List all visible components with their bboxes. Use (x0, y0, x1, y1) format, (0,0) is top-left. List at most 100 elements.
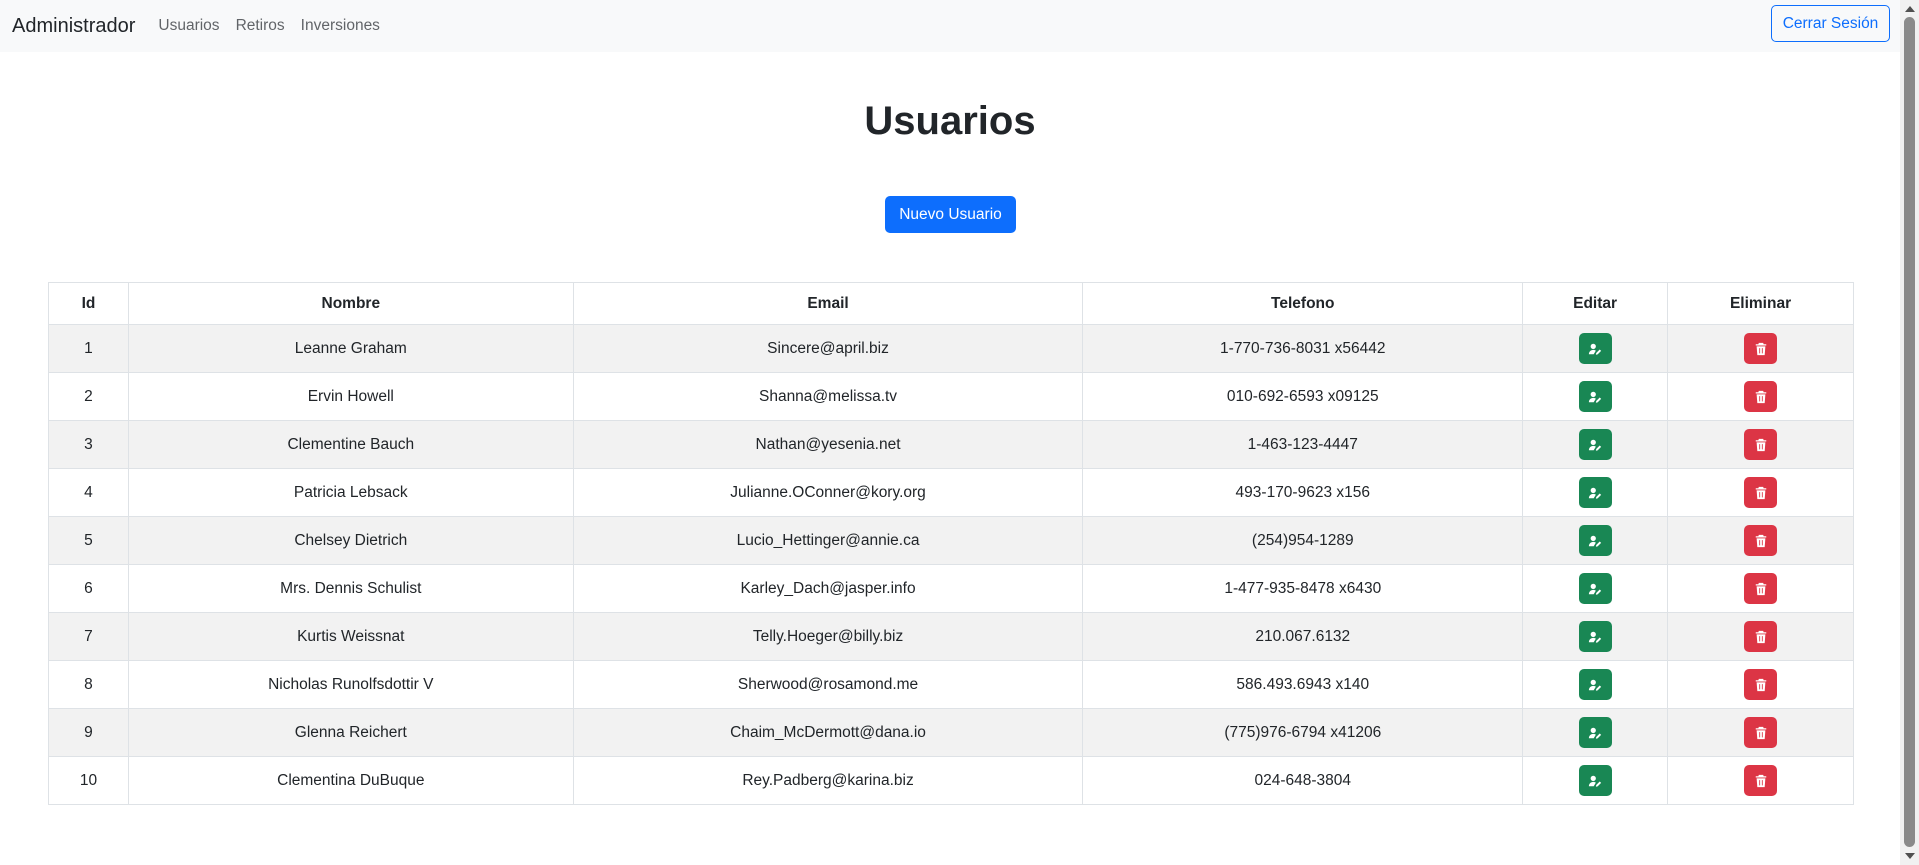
cell-id: 1 (48, 324, 129, 373)
delete-user-button[interactable] (1744, 765, 1778, 796)
delete-user-button[interactable] (1744, 381, 1778, 412)
edit-user-button[interactable] (1578, 429, 1612, 460)
cell-delete (1667, 708, 1854, 757)
nav-link-retiros[interactable]: Retiros (236, 17, 285, 35)
delete-user-button[interactable] (1744, 525, 1778, 556)
cell-delete (1667, 756, 1854, 805)
cell-name: Ervin Howell (127, 372, 574, 421)
table-header-row: Id Nombre Email Telefono Editar Eliminar (48, 282, 1854, 325)
table-row: 6 Mrs. Dennis Schulist Karley_Dach@jasper.… (48, 564, 1854, 613)
cell-email: Rey.Padberg@karina.biz (572, 756, 1084, 805)
cell-phone: 493-170-9623 x156 (1082, 468, 1524, 517)
trash-icon (1754, 342, 1768, 356)
trash-icon (1754, 534, 1768, 548)
trash-icon (1754, 678, 1768, 692)
cell-delete (1667, 324, 1854, 373)
delete-user-button[interactable] (1744, 669, 1778, 700)
cell-phone: 1-770-736-8031 x56442 (1082, 324, 1524, 373)
column-header-nombre: Nombre (127, 282, 574, 325)
scrollbar-thumb[interactable] (1904, 17, 1915, 847)
edit-user-button[interactable] (1578, 621, 1612, 652)
cell-edit (1522, 516, 1669, 565)
cell-email: Sherwood@rosamond.me (572, 660, 1084, 709)
cell-id: 6 (48, 564, 129, 613)
cell-id: 8 (48, 660, 129, 709)
vertical-scrollbar[interactable] (1900, 0, 1919, 865)
edit-user-button[interactable] (1578, 333, 1612, 364)
cell-email: Karley_Dach@jasper.info (572, 564, 1084, 613)
trash-icon (1754, 774, 1768, 788)
user-edit-icon (1588, 390, 1602, 404)
table-body: 1 Leanne Graham Sincere@april.biz 1-770-736… (48, 324, 1854, 805)
edit-user-button[interactable] (1578, 525, 1612, 556)
trash-icon (1754, 582, 1768, 596)
user-edit-icon (1588, 342, 1602, 356)
cell-name: Glenna Reichert (127, 708, 574, 757)
table-row: 3 Clementine Bauch Nathan@yesenia.net 1-463… (48, 420, 1854, 469)
table-row: 4 Patricia Lebsack Julianne.OConner@kory.o… (48, 468, 1854, 517)
edit-user-button[interactable] (1578, 573, 1612, 604)
cell-id: 3 (48, 420, 129, 469)
user-edit-icon (1588, 582, 1602, 596)
cell-edit (1522, 324, 1669, 373)
edit-user-button[interactable] (1578, 669, 1612, 700)
cell-phone: (775)976-6794 x41206 (1082, 708, 1524, 757)
delete-user-button[interactable] (1744, 429, 1778, 460)
table-row: 10 Clementina DuBuque Rey.Padberg@karina.b… (48, 756, 1854, 805)
cell-name: Leanne Graham (127, 324, 574, 373)
cell-delete (1667, 612, 1854, 661)
edit-user-button[interactable] (1578, 381, 1612, 412)
cell-email: Shanna@melissa.tv (572, 372, 1084, 421)
edit-user-button[interactable] (1578, 477, 1612, 508)
table-row: 5 Chelsey Dietrich Lucio_Hettinger@annie.c… (48, 516, 1854, 565)
delete-user-button[interactable] (1744, 333, 1778, 364)
navbar: Administrador Usuarios Retiros Inversion… (0, 0, 1900, 52)
trash-icon (1754, 390, 1768, 404)
cell-edit (1522, 420, 1669, 469)
cell-delete (1667, 564, 1854, 613)
cell-phone: 010-692-6593 x09125 (1082, 372, 1524, 421)
table-header: Id Nombre Email Telefono Editar Eliminar (48, 282, 1854, 325)
cell-name: Nicholas Runolfsdottir V (127, 660, 574, 709)
cell-name: Clementine Bauch (127, 420, 574, 469)
user-edit-icon (1588, 774, 1602, 788)
cell-id: 5 (48, 516, 129, 565)
edit-user-button[interactable] (1578, 765, 1612, 796)
trash-icon (1754, 630, 1768, 644)
delete-user-button[interactable] (1744, 573, 1778, 604)
cell-email: Lucio_Hettinger@annie.ca (572, 516, 1084, 565)
users-table: Id Nombre Email Telefono Editar Eliminar… (48, 282, 1854, 805)
navbar-brand[interactable]: Administrador (12, 15, 135, 38)
delete-user-button[interactable] (1744, 717, 1778, 748)
nav-link-usuarios[interactable]: Usuarios (158, 17, 219, 35)
column-header-eliminar: Eliminar (1667, 282, 1854, 325)
user-edit-icon (1588, 678, 1602, 692)
cell-delete (1667, 660, 1854, 709)
cell-edit (1522, 372, 1669, 421)
cell-id: 2 (48, 372, 129, 421)
user-edit-icon (1588, 534, 1602, 548)
column-header-id: Id (48, 282, 129, 325)
logout-button[interactable]: Cerrar Sesión (1771, 5, 1890, 42)
user-edit-icon (1588, 486, 1602, 500)
cell-email: Julianne.OConner@kory.org (572, 468, 1084, 517)
user-edit-icon (1588, 726, 1602, 740)
cell-phone: 1-463-123-4447 (1082, 420, 1524, 469)
cell-id: 4 (48, 468, 129, 517)
cell-name: Patricia Lebsack (127, 468, 574, 517)
new-user-button[interactable]: Nuevo Usuario (885, 196, 1016, 233)
cell-edit (1522, 660, 1669, 709)
delete-user-button[interactable] (1744, 477, 1778, 508)
scroll-up-arrow-icon[interactable] (1905, 6, 1915, 12)
column-header-telefono: Telefono (1082, 282, 1524, 325)
cell-edit (1522, 564, 1669, 613)
edit-user-button[interactable] (1578, 717, 1612, 748)
user-edit-icon (1588, 438, 1602, 452)
scroll-down-arrow-icon[interactable] (1905, 853, 1915, 859)
delete-user-button[interactable] (1744, 621, 1778, 652)
cell-email: Telly.Hoeger@billy.biz (572, 612, 1084, 661)
cell-name: Mrs. Dennis Schulist (127, 564, 574, 613)
nav-link-inversiones[interactable]: Inversiones (301, 17, 380, 35)
page-title: Usuarios (864, 99, 1036, 143)
cell-phone: 1-477-935-8478 x6430 (1082, 564, 1524, 613)
